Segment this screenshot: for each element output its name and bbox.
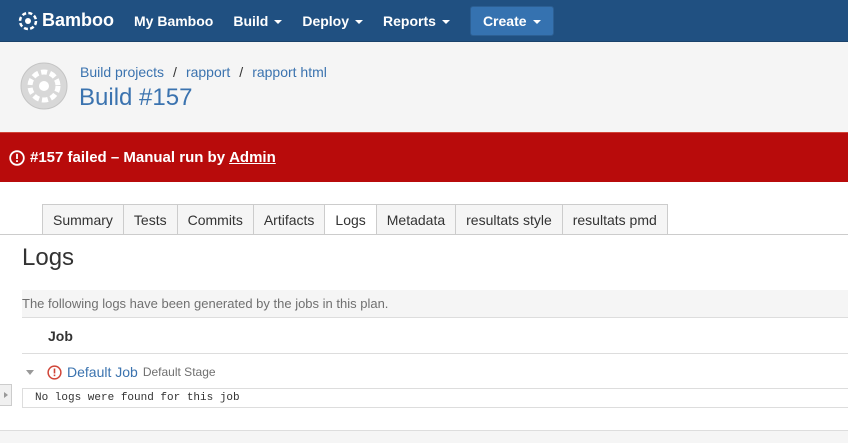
result-tabs: Summary Tests Commits Artifacts Logs Met… xyxy=(42,204,668,235)
nav-reports[interactable]: Reports xyxy=(383,13,450,29)
plan-avatar-icon xyxy=(20,62,68,110)
footer-divider xyxy=(0,430,848,431)
nav-build-label: Build xyxy=(233,12,269,29)
breadcrumb: Build projects / rapport / rapport html xyxy=(80,64,327,80)
tab-commits[interactable]: Commits xyxy=(176,204,253,235)
nav-my-bamboo-label: My Bamboo xyxy=(134,12,214,29)
error-circle-icon xyxy=(47,364,62,380)
breadcrumb-build-projects[interactable]: Build projects xyxy=(80,64,164,80)
nav-deploy[interactable]: Deploy xyxy=(302,12,364,29)
tab-resultats-style[interactable]: resultats style xyxy=(455,204,562,235)
tab-divider xyxy=(0,234,848,235)
tab-metadata[interactable]: Metadata xyxy=(375,204,456,235)
build-status-banner: #157 failed – Manual run by Admin xyxy=(0,132,848,182)
tab-logs[interactable]: Logs xyxy=(324,204,376,235)
chevron-down-icon xyxy=(274,19,283,24)
build-status-text: #157 failed – Manual run by xyxy=(30,149,226,166)
top-navigation: Bamboo My Bamboo Build Deploy Reports Cr… xyxy=(0,0,848,42)
logs-description: The following logs have been generated b… xyxy=(22,290,848,318)
chevron-down-icon xyxy=(441,19,450,24)
chevron-down-icon xyxy=(532,19,541,24)
nav-deploy-label: Deploy xyxy=(302,12,350,29)
page-title: Build #157 xyxy=(79,84,193,111)
tab-tests[interactable]: Tests xyxy=(122,204,177,235)
page-header: Build projects / rapport / rapport html … xyxy=(0,42,848,132)
tab-summary[interactable]: Summary xyxy=(42,204,123,235)
breadcrumb-project[interactable]: rapport xyxy=(186,64,230,80)
error-circle-icon xyxy=(9,149,25,166)
job-row: Default Job Default Stage xyxy=(22,354,848,390)
main-content: Summary Tests Commits Artifacts Logs Met… xyxy=(0,182,848,430)
trigger-user-link[interactable]: Admin xyxy=(229,149,276,166)
chevron-down-icon xyxy=(355,19,364,24)
job-log-output: No logs were found for this job xyxy=(22,388,848,408)
create-button-label: Create xyxy=(482,12,527,29)
bamboo-logo-icon xyxy=(18,11,38,30)
breadcrumb-separator: / xyxy=(173,64,177,80)
nav-my-bamboo[interactable]: My Bamboo xyxy=(134,13,213,29)
nav-build[interactable]: Build xyxy=(233,12,283,29)
logo-text: Bamboo xyxy=(42,10,114,30)
job-column-header: Job xyxy=(22,318,848,354)
tab-artifacts[interactable]: Artifacts xyxy=(252,204,325,235)
logs-heading: Logs xyxy=(22,244,75,271)
sidebar-toggle[interactable] xyxy=(0,384,12,406)
job-link[interactable]: Default Job xyxy=(67,364,138,380)
tab-resultats-pmd[interactable]: resultats pmd xyxy=(561,204,668,235)
expand-toggle-icon[interactable] xyxy=(26,369,34,375)
nav-reports-label: Reports xyxy=(383,12,436,29)
breadcrumb-separator: / xyxy=(239,64,244,80)
chevron-right-icon xyxy=(3,392,8,398)
create-button[interactable]: Create xyxy=(469,5,554,36)
bamboo-logo[interactable]: Bamboo xyxy=(18,10,114,31)
breadcrumb-plan[interactable]: rapport html xyxy=(252,64,327,80)
job-stage: Default Stage xyxy=(142,365,216,379)
